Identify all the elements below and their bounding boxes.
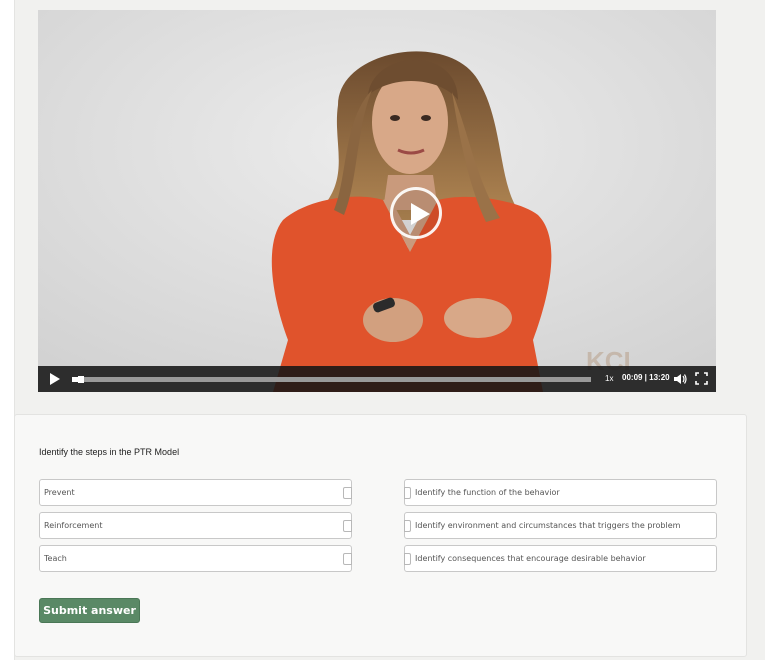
fullscreen-icon[interactable] — [695, 372, 708, 385]
drag-item-left-1[interactable]: Prevent — [39, 479, 352, 506]
play-overlay-button[interactable] — [390, 187, 442, 239]
drag-item-left-2[interactable]: Reinforcement — [39, 512, 352, 539]
connector-tab — [343, 520, 352, 532]
drag-item-label: Teach — [44, 554, 67, 563]
drop-target-right-2[interactable]: Identify environment and circumstances t… — [404, 512, 717, 555]
connector-tab — [343, 553, 352, 565]
video-frame: KCI — [38, 10, 716, 392]
progress-handle[interactable] — [78, 376, 84, 383]
play-icon[interactable] — [49, 373, 61, 385]
video-player[interactable]: KCI 1x 00:09 | 13:20 — [38, 10, 716, 392]
time-display: 00:09 | 13:20 — [622, 373, 670, 382]
drag-item-label: Prevent — [44, 488, 75, 497]
submit-answer-button[interactable]: Submit answer — [39, 598, 140, 623]
connector-slot — [404, 487, 411, 499]
volume-icon[interactable] — [673, 372, 687, 386]
drag-item-left-3[interactable]: Teach — [39, 545, 352, 572]
question-prompt: Identify the steps in the PTR Model — [39, 447, 180, 457]
drop-target-label: Identify consequences that encourage des… — [415, 554, 646, 563]
connector-tab — [343, 487, 352, 499]
connector-slot — [404, 520, 411, 532]
video-control-bar: 1x 00:09 | 13:20 — [38, 366, 716, 392]
drag-item-label: Reinforcement — [44, 521, 103, 530]
drop-target-right-3[interactable]: Identify consequences that encourage des… — [404, 545, 717, 572]
connector-slot — [404, 553, 411, 565]
progress-bar[interactable] — [72, 376, 591, 383]
playback-speed-button[interactable]: 1x — [605, 374, 613, 383]
drop-target-label: Identify the function of the behavior — [415, 488, 560, 497]
drop-target-right-1[interactable]: Identify the function of the behavior — [404, 479, 717, 506]
question-panel: Identify the steps in the PTR Model Prev… — [14, 414, 747, 657]
